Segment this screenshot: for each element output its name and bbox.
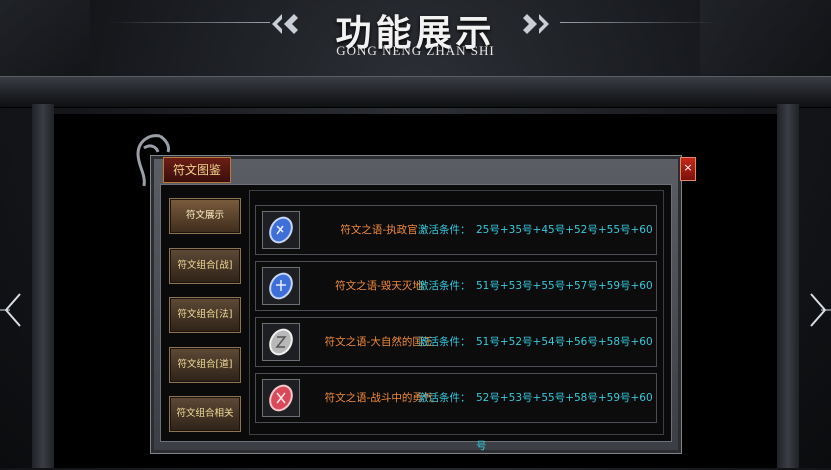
condition-label: 激活条件： [418,280,471,292]
rune-row: 符文之语-战斗中的勇气 激活条件： 52号+53号+55号+58号+59号+60… [255,373,657,452]
prev-arrow-icon[interactable] [0,290,28,330]
rune-slot[interactable] [262,267,300,305]
rune-gem-icon [269,216,293,244]
condition-label: 激活条件： [418,336,471,348]
menu-item-combo-warrior[interactable]: 符文组合[战] [169,248,241,284]
menu-item-combo-related[interactable]: 符文组合相关 [169,396,241,432]
next-arrow-icon[interactable] [803,290,831,330]
rune-slot[interactable] [262,379,300,417]
rune-slot[interactable] [262,323,300,361]
menu-item-combo-taoist[interactable]: 符文组合[道] [169,347,241,383]
rune-row: 符文之语-毁天灭地 激活条件： 51号+53号+55号+57号+59号+60号 [255,261,657,340]
menu-item-combo-mage[interactable]: 符文组合[法] [169,297,241,333]
stone-pillar-left [32,104,54,468]
stone-ledge [0,76,831,108]
rune-slot[interactable] [262,211,300,249]
condition-value: 25号+35号+45号+52号+55号+60号 [476,224,653,284]
condition-label: 激活条件： [418,392,471,404]
rune-gem-icon [269,384,293,412]
window-title: 符文图鉴 [163,157,231,183]
condition-value: 52号+53号+55号+58号+59号+60号 [476,392,653,452]
condition-value: 51号+53号+55号+57号+59号+60号 [476,280,653,340]
menu-item-rune-display[interactable]: 符文展示 [169,198,241,234]
rune-row: 符文之语-大自然的国王 激活条件： 51号+52号+54号+56号+58号+60… [255,317,657,396]
page-subtitle: GONG NENG ZHAN SHI [336,43,495,58]
rune-row: 符文之语-执政官 激活条件： 25号+35号+45号+52号+55号+60号 [255,205,657,284]
stone-pillar-right [777,104,799,468]
rune-gem-icon [269,272,293,300]
condition-value: 51号+52号+54号+56号+58号+60号 [476,336,653,396]
condition-label: 激活条件： [418,224,471,236]
close-button[interactable]: × [680,157,696,181]
rune-gem-icon [269,328,293,356]
